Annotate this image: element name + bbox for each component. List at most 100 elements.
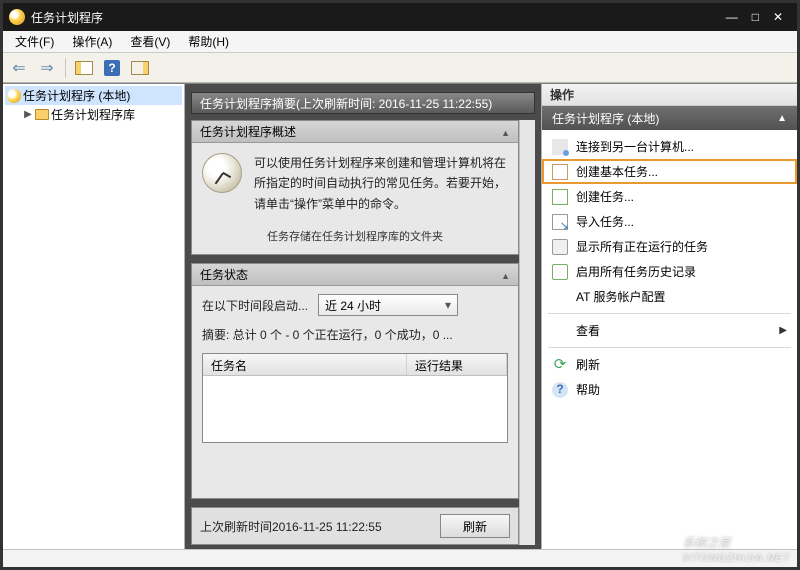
chevron-right-icon: ▶ <box>779 325 787 336</box>
overview-title: 任务计划程序概述 <box>200 123 296 140</box>
title-bar: 任务计划程序 — □ ✕ <box>3 3 797 31</box>
action-help[interactable]: ? 帮助 <box>542 377 797 402</box>
time-range-combo[interactable]: 近 24 小时 <box>318 294 458 316</box>
action-label: 连接到另一台计算机... <box>576 138 694 155</box>
refresh-bar: 上次刷新时间2016-11-25 11:22:55 刷新 <box>191 507 519 545</box>
minimize-button[interactable]: — <box>726 10 738 24</box>
connect-icon <box>552 139 568 155</box>
clock-icon <box>7 89 21 103</box>
refresh-button[interactable]: 刷新 <box>440 514 510 538</box>
menu-file[interactable]: 文件(F) <box>7 31 62 52</box>
status-summary: 摘要: 总计 0 个 - 0 个正在运行，0 个成功，0 ... <box>202 326 508 343</box>
tree-pane[interactable]: 任务计划程序 (本地) ▶ 任务计划程序库 <box>3 84 185 549</box>
status-panel: 任务状态 在以下时间段启动... 近 24 小时 摘要: 总计 0 个 - 0 … <box>191 263 519 499</box>
blank-icon <box>552 323 568 339</box>
actions-context-header: 任务计划程序 (本地) ▲ <box>542 106 797 130</box>
forward-button[interactable] <box>35 56 59 80</box>
refresh-icon: ⟳ <box>552 357 568 373</box>
menu-action[interactable]: 操作(A) <box>64 31 120 52</box>
last-refresh-text: 上次刷新时间2016-11-25 11:22:55 <box>200 518 432 535</box>
window-controls: — □ ✕ <box>726 10 791 24</box>
action-label: 刷新 <box>576 356 600 373</box>
blank-icon <box>552 289 568 305</box>
running-tasks-icon <box>552 239 568 255</box>
help-toolbar-button[interactable]: ? <box>100 56 124 80</box>
menu-help[interactable]: 帮助(H) <box>180 31 237 52</box>
back-button[interactable] <box>7 56 31 80</box>
actions-pane-title: 操作 <box>542 84 797 106</box>
action-label: 帮助 <box>576 381 600 398</box>
actions-list: 连接到另一台计算机... 创建基本任务... 创建任务... 导入任务... 显示所有正… <box>542 130 797 549</box>
action-refresh[interactable]: ⟳ 刷新 <box>542 352 797 377</box>
action-label: 导入任务... <box>576 213 634 230</box>
overview-panel: 任务计划程序概述 可以使用任务计划程序来创建和管理计算机将在所指定的时间自动执行… <box>191 120 519 255</box>
status-bar <box>3 549 797 567</box>
status-title: 任务状态 <box>200 266 248 283</box>
clock-large-icon <box>202 153 242 193</box>
action-label: AT 服务帐户配置 <box>576 288 666 305</box>
panel-left-icon <box>75 61 93 75</box>
action-label: 显示所有正在运行的任务 <box>576 238 708 255</box>
task-table[interactable]: 任务名 运行结果 <box>202 353 508 443</box>
menu-bar: 文件(F) 操作(A) 查看(V) 帮助(H) <box>3 31 797 53</box>
action-history[interactable]: 启用所有任务历史记录 <box>542 259 797 284</box>
toolbar-separator <box>65 58 66 78</box>
actions-context-label: 任务计划程序 (本地) <box>552 110 659 127</box>
summary-header: 任务计划程序摘要(上次刷新时间: 2016-11-25 11:22:55) <box>191 92 535 114</box>
col-task-name[interactable]: 任务名 <box>203 354 407 375</box>
action-connect[interactable]: 连接到另一台计算机... <box>542 134 797 159</box>
action-running[interactable]: 显示所有正在运行的任务 <box>542 234 797 259</box>
overview-truncated-text: 任务存储在任务计划程序库的文件夹 <box>202 228 508 244</box>
show-hide-actions-button[interactable] <box>128 56 152 80</box>
time-range-value: 近 24 小时 <box>325 297 381 314</box>
toolbar: ? <box>3 53 797 83</box>
help-icon: ? <box>104 60 120 76</box>
panel-right-icon <box>131 61 149 75</box>
action-blank[interactable]: AT 服务帐户配置 <box>542 284 797 309</box>
overview-panel-header[interactable]: 任务计划程序概述 <box>192 121 518 143</box>
expand-icon[interactable]: ▶ <box>23 109 33 120</box>
tree-library-node[interactable]: ▶ 任务计划程序库 <box>5 105 182 124</box>
document-icon <box>552 164 568 180</box>
col-run-result[interactable]: 运行结果 <box>407 354 507 375</box>
close-button[interactable]: ✕ <box>773 10 783 24</box>
tree-root-node[interactable]: 任务计划程序 (本地) <box>5 86 182 105</box>
action-label: 查看 <box>576 322 600 339</box>
collapse-icon[interactable] <box>501 268 510 282</box>
document-icon <box>552 189 568 205</box>
summary-header-text: 任务计划程序摘要(上次刷新时间: 2016-11-25 11:22:55) <box>200 95 492 112</box>
status-panel-header[interactable]: 任务状态 <box>192 264 518 286</box>
vertical-scrollbar[interactable] <box>519 120 535 545</box>
help-icon: ? <box>552 382 568 398</box>
maximize-button[interactable]: □ <box>752 10 759 24</box>
app-window: 任务计划程序 — □ ✕ 文件(F) 操作(A) 查看(V) 帮助(H) ? 任… <box>0 0 800 570</box>
separator <box>548 313 791 314</box>
action-label: 创建任务... <box>576 188 634 205</box>
action-blank[interactable]: 查看 ▶ <box>542 318 797 343</box>
folder-icon <box>35 109 49 120</box>
time-range-label: 在以下时间段启动... <box>202 297 308 314</box>
overview-description: 可以使用任务计划程序来创建和管理计算机将在所指定的时间自动执行的常见任务。若要开… <box>254 153 508 214</box>
collapse-icon[interactable] <box>501 125 510 139</box>
import-icon <box>552 214 568 230</box>
menu-view[interactable]: 查看(V) <box>122 31 178 52</box>
tree-library-label: 任务计划程序库 <box>51 106 135 123</box>
action-import[interactable]: 导入任务... <box>542 209 797 234</box>
chevron-up-icon[interactable]: ▲ <box>777 113 787 124</box>
separator <box>548 347 791 348</box>
action-doc-g[interactable]: 创建任务... <box>542 184 797 209</box>
history-icon <box>552 264 568 280</box>
action-label: 创建基本任务... <box>576 163 658 180</box>
action-doc[interactable]: 创建基本任务... <box>542 159 797 184</box>
task-table-header: 任务名 运行结果 <box>203 354 507 376</box>
summary-pane: 任务计划程序摘要(上次刷新时间: 2016-11-25 11:22:55) 任务… <box>185 84 541 549</box>
arrow-right-icon <box>40 58 53 78</box>
action-label: 启用所有任务历史记录 <box>576 263 696 280</box>
clock-icon <box>9 9 25 25</box>
tree-root-label: 任务计划程序 (本地) <box>23 87 130 104</box>
window-title: 任务计划程序 <box>31 9 726 26</box>
show-hide-tree-button[interactable] <box>72 56 96 80</box>
content-area: 任务计划程序 (本地) ▶ 任务计划程序库 任务计划程序摘要(上次刷新时间: 2… <box>3 83 797 549</box>
actions-pane: 操作 任务计划程序 (本地) ▲ 连接到另一台计算机... 创建基本任务... 创建… <box>541 84 797 549</box>
arrow-left-icon <box>12 58 25 78</box>
